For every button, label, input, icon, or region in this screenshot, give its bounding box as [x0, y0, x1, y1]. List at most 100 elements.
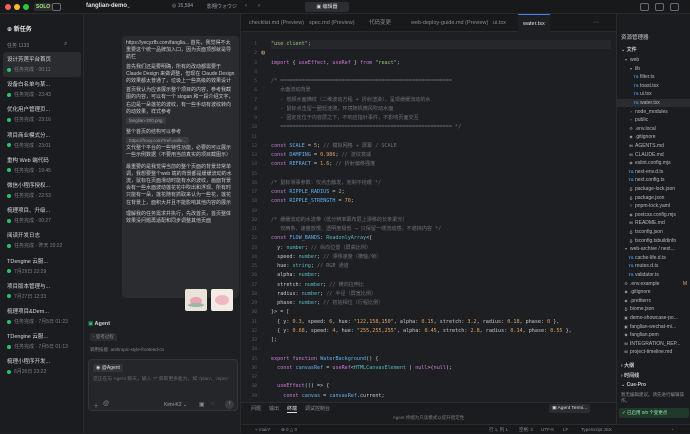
- close-window-button[interactable]: [5, 4, 11, 10]
- file-tree-item[interactable]: TSvalidator.ts: [617, 271, 690, 279]
- file-tree-item[interactable]: TSwater.tsx: [617, 99, 690, 107]
- task-item[interactable]: TDengine 云服... 任务完成 · 7月5日 01:13: [3, 329, 81, 354]
- chat-input-box[interactable]: ◉ @Agent 您正在与 Agent 聊天，输入 "/" 获取更多能力，如 '…: [88, 359, 238, 411]
- editor-tab[interactable]: 代码变更: [364, 14, 396, 32]
- code-line[interactable]: /* =====================================…: [271, 77, 452, 86]
- send-button[interactable]: ↑: [225, 400, 234, 409]
- file-tree-item[interactable]: ⚙ .env.local: [617, 125, 690, 133]
- file-tree-item[interactable]: ◉ eslint.config.mjs: [617, 159, 690, 167]
- link-chip[interactable]: https://froxy.com/?ref=solle...: [126, 137, 190, 145]
- code-line[interactable]: phase: number; // 初始相位（行程比例）: [271, 299, 383, 308]
- code-line[interactable]: const canvas = canvasRef.current;: [271, 392, 384, 401]
- task-item[interactable]: 重构 Web 端代码 任务完成 · 19:45: [3, 153, 81, 178]
- file-tree-item[interactable]: ⚙ .env.example M: [617, 280, 690, 288]
- task-item[interactable]: 项目商业模式分... 任务完成 · 23:01: [3, 128, 81, 153]
- lightbulb-icon[interactable]: ◍: [261, 50, 265, 56]
- task-item[interactable]: TDengine 云服... 7月29日 22:29: [3, 254, 81, 279]
- file-tree-item[interactable]: M README.md: [617, 219, 690, 227]
- code-line[interactable]: useEffect(() => {: [271, 382, 329, 391]
- code-line[interactable]: - 鼠标点击留一圈轻涟漪，环境随机微风吹动水面: [271, 105, 393, 114]
- back-arrow-icon[interactable]: ‹: [245, 3, 247, 9]
- file-tree-item[interactable]: › node_modules: [617, 108, 690, 116]
- chevron-down-icon[interactable]: ⌄: [126, 3, 131, 10]
- task-item[interactable]: 微信小程序授权... 任务完成 · 22:53: [3, 178, 81, 203]
- project-name[interactable]: fanglian-demo: [86, 3, 127, 9]
- at-icon[interactable]: @: [103, 401, 109, 407]
- code-area[interactable]: 1 "use client"; 2 3 import { useEffect, useR…: [241, 40, 616, 402]
- forward-arrow-icon[interactable]: ›: [258, 3, 260, 9]
- file-tree-item[interactable]: TSnext-env.d.ts: [617, 168, 690, 176]
- file-tree-item[interactable]: TSroutes.d.ts: [617, 262, 690, 270]
- code-line[interactable]: export function WaterBackground() {: [271, 355, 378, 364]
- file-tree-item[interactable]: ◆ fanglian.pem: [617, 331, 690, 339]
- file-tree-item[interactable]: Mproject-timeline.md: [617, 348, 690, 356]
- file-tree-item[interactable]: {} package.json: [617, 194, 690, 202]
- thinking-toggle[interactable]: › 思考过程: [90, 333, 117, 341]
- editor-tab[interactable]: spec.md (Preview): [304, 14, 360, 32]
- task-item[interactable]: 梳理项目、升级... 任务完成 · 00:27: [3, 203, 81, 228]
- file-tree-item[interactable]: {} package-lock.json: [617, 185, 690, 193]
- minimize-window-button[interactable]: [14, 4, 20, 10]
- code-line[interactable]: radius: number; // 半径（屏宽比例）: [271, 290, 376, 299]
- file-tree-item[interactable]: TSnext.config.ts: [617, 176, 690, 184]
- agent-terminal-tab[interactable]: ▣ Agent Termi...: [549, 404, 591, 413]
- file-tree-item[interactable]: ◆ .gitignore: [617, 133, 690, 141]
- layout-bottom-icon[interactable]: [655, 3, 664, 11]
- code-line[interactable]: const SCALE = 5; // 模拟网格 ÷ 屏幕 / SCALE: [271, 142, 397, 151]
- maximize-window-button[interactable]: [23, 4, 29, 10]
- cue-section-header[interactable]: ⌄ Cue-Pro: [621, 382, 646, 388]
- attachment-chip[interactable]: fanglian-200.png: [126, 117, 166, 125]
- new-task-button[interactable]: ⊕ 新任务: [3, 24, 81, 36]
- cue-status-badge[interactable]: ✓ 已启用 0/0 个变更点: [619, 408, 689, 418]
- more-icon[interactable]: ⋯: [593, 19, 599, 26]
- code-line[interactable]: 仅两条、速度放慢、透明度极低 → 只保留一缕流动感，不遮挡内容 */: [271, 225, 441, 234]
- code-line[interactable]: const RIPPLE_RADIUS = 2;: [271, 188, 345, 197]
- code-line[interactable]: y: number; // 纵向位置（屏高比例）: [271, 244, 371, 253]
- code-line[interactable]: const REFRACT = 1.6; // 折射偏移强度: [271, 160, 375, 169]
- bottom-tab[interactable]: 调试控制台: [305, 405, 330, 412]
- code-line[interactable]: { y: 0.68, speed: 4, hue: "255,255,255",…: [271, 327, 572, 336]
- code-line[interactable]: speed: number; // 漂移速度（横轴/帧）: [271, 253, 381, 262]
- chat-input-placeholder[interactable]: 您正在与 Agent 聊天，输入 "/" 获取更多能力，如 '/plan'、'/…: [93, 377, 233, 384]
- code-line[interactable]: ========================================…: [271, 123, 461, 132]
- file-tree-item[interactable]: ▾ web-archive / next...: [617, 245, 690, 253]
- file-tree-item[interactable]: ▾ lib: [617, 65, 690, 73]
- file-tree-item[interactable]: {} biome.json: [617, 305, 690, 313]
- file-tree-item[interactable]: ◉ postcss.config.mjs: [617, 211, 690, 219]
- file-tree-item[interactable]: {} tsconfig.tsbuildinfo: [617, 237, 690, 245]
- model-selector[interactable]: Kimi-K2 ⌄: [164, 402, 187, 408]
- bottom-tab[interactable]: 终端: [287, 405, 298, 413]
- editor-tab[interactable]: checklist.md (Preview): [244, 14, 309, 32]
- filter-icon[interactable]: ⌕: [64, 41, 67, 48]
- task-item[interactable]: 设备白名单与某... 任务完成 · 23:43: [3, 77, 81, 102]
- task-item[interactable]: 梳理小程序开发... 6月26日 23:22: [3, 354, 81, 379]
- microphone-icon[interactable]: ◌: [211, 401, 215, 407]
- code-line[interactable]: - 固定定位于内容层之下，不响应指针事件，不影响页面交互: [271, 114, 419, 123]
- file-tree-item[interactable]: ≡ pnpm-lock.yaml: [617, 202, 690, 210]
- file-tree-item[interactable]: ◆ .gitignore: [617, 288, 690, 296]
- user-name[interactable]: 影翔ウォウジ: [207, 3, 237, 10]
- file-tree-item[interactable]: TStoast.tsx: [617, 82, 690, 90]
- mention-chip[interactable]: ◉ @Agent: [93, 364, 123, 372]
- code-line[interactable]: alpha: number;: [271, 271, 320, 280]
- layout-right-icon[interactable]: [670, 3, 679, 11]
- files-section-header[interactable]: ⌄ 文件: [621, 46, 637, 53]
- editor-tab[interactable]: web-deploy-guide.md (Preview): [406, 14, 493, 32]
- code-line[interactable]: const FLOW_BANDS: ReadonlyArray<{: [271, 234, 372, 243]
- layout-left-icon[interactable]: [640, 3, 649, 11]
- file-tree-item[interactable]: ◉ .prettierrc: [617, 297, 690, 305]
- code-line[interactable]: const canvasRef = useRef<HTMLCanvasEleme…: [271, 364, 452, 373]
- code-line[interactable]: /* 鼠标滑事参数：仅点击触发，克制不抢眼 */: [271, 179, 381, 188]
- editor-tab[interactable]: water.tsx: [518, 14, 550, 32]
- sidebar-toggle-icon[interactable]: [52, 3, 61, 11]
- task-item[interactable]: 项目版本管理与... 7月27日 12:33: [3, 279, 81, 304]
- file-tree-item[interactable]: ▾ web: [617, 56, 690, 64]
- outline-section-header[interactable]: › 大纲: [621, 362, 634, 369]
- attachment-thumbnail-2[interactable]: [211, 289, 233, 311]
- file-tree-item[interactable]: TScache-life.d.ts: [617, 254, 690, 262]
- code-line[interactable]: hue: string; // RGB 通道: [271, 262, 349, 271]
- file-tree-item[interactable]: M INTEGRATION_REP...: [617, 340, 690, 348]
- file-tree-item[interactable]: M AGENTS.md: [617, 142, 690, 150]
- file-tree-item[interactable]: TSui.tsx: [617, 90, 690, 98]
- file-tree-item[interactable]: ▣ demo-showcase-po...: [617, 314, 690, 322]
